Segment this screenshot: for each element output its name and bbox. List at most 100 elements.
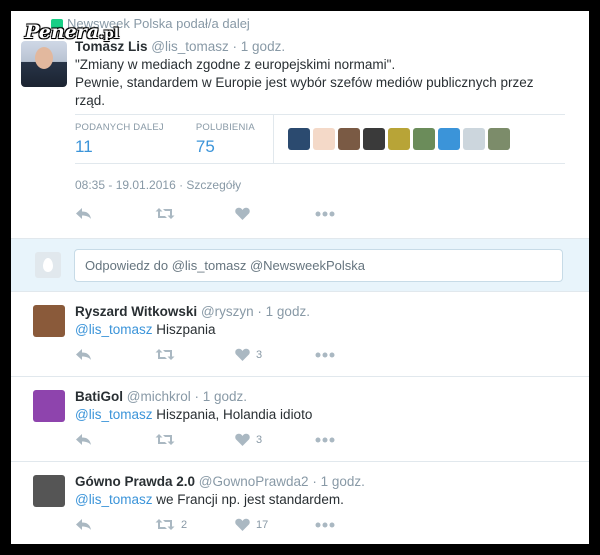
more-button[interactable] <box>315 437 395 443</box>
reply-icon <box>76 349 91 360</box>
reply-avatar[interactable] <box>33 390 65 422</box>
reply-header: Ryszard Witkowski @ryszyn · 1 godz. <box>75 304 310 319</box>
reply-author-handle[interactable]: @GownoPrawda2 <box>199 474 309 489</box>
liker-avatar[interactable] <box>437 128 460 150</box>
main-tweet: Newsweek Polska podał/a dalej Tomasz Lis… <box>11 11 589 238</box>
liker-avatar[interactable] <box>462 128 485 150</box>
likes-value: 75 <box>195 136 215 156</box>
reply-button[interactable] <box>75 433 155 446</box>
heart-icon <box>235 433 250 446</box>
reply-author-name[interactable]: Ryszard Witkowski <box>75 304 197 319</box>
stats-divider <box>272 114 274 164</box>
retweet-icon <box>155 519 175 530</box>
like-button[interactable] <box>235 207 315 220</box>
like-count: 3 <box>256 348 263 361</box>
avatar-face <box>35 47 53 69</box>
watermark-suffix: .pl <box>99 26 120 42</box>
more-button[interactable] <box>315 522 395 528</box>
tweet-frame: Penera.pl Newsweek Polska podał/a dalej … <box>11 11 589 544</box>
reply-author-name[interactable]: BatiGol <box>75 389 123 404</box>
egg-avatar-icon <box>43 258 53 272</box>
more-icon <box>315 352 335 357</box>
retweet-button[interactable] <box>155 207 235 220</box>
like-button[interactable]: 17 <box>235 518 315 531</box>
reply-text: @lis_tomasz Hiszpania <box>75 322 216 337</box>
heart-icon <box>235 518 250 531</box>
reply-tweet[interactable]: Gówno Prawda 2.0 @GownoPrawda2 · 1 godz.… <box>11 463 589 544</box>
reply-mention[interactable]: @lis_tomasz <box>75 407 152 422</box>
watermark: Penera.pl <box>25 21 119 43</box>
retweet-button[interactable]: 2 <box>155 518 235 531</box>
tweet-stats: PODANYCH DALEJ 11 POLUBIENIA 75 <box>75 114 565 164</box>
reply-button[interactable] <box>75 207 155 220</box>
tweet-text-line-2: Pewnie, standardem w Europie jest wybór … <box>75 75 534 108</box>
more-icon <box>315 522 335 527</box>
retweet-icon <box>155 208 175 219</box>
reply-author-name[interactable]: Gówno Prawda 2.0 <box>75 474 195 489</box>
retweet-icon <box>155 349 175 360</box>
reply-time[interactable]: · 1 godz. <box>195 389 248 404</box>
liker-avatar[interactable] <box>487 128 510 150</box>
author-handle[interactable]: @lis_tomasz <box>151 39 228 54</box>
reply-text: @lis_tomasz Hiszpania, Holandia idioto <box>75 407 312 422</box>
reply-icon <box>76 434 91 445</box>
reply-button[interactable] <box>75 348 155 361</box>
likes-stat[interactable]: POLUBIENIA 75 <box>196 122 265 157</box>
my-avatar <box>35 252 61 278</box>
reply-avatar[interactable] <box>33 305 65 337</box>
more-button[interactable] <box>315 211 395 217</box>
liker-avatar[interactable] <box>312 128 335 150</box>
main-tweet-actions <box>75 207 395 220</box>
like-count: 3 <box>256 433 263 446</box>
reply-author-handle[interactable]: @michkrol <box>127 389 191 404</box>
reply-header: Gówno Prawda 2.0 @GownoPrawda2 · 1 godz. <box>75 474 365 489</box>
reply-input[interactable]: Odpowiedz do @lis_tomasz @NewsweekPolska <box>74 249 563 282</box>
retweets-stat[interactable]: PODANYCH DALEJ 11 <box>75 122 174 157</box>
tweet-text-line-1: "Zmiany w mediach zgodne z europejskimi … <box>75 57 396 72</box>
like-count: 17 <box>256 518 269 531</box>
reply-tweet[interactable]: BatiGol @michkrol · 1 godz. @lis_tomasz H… <box>11 378 589 462</box>
reply-avatar[interactable] <box>33 475 65 507</box>
likers-list <box>287 128 510 150</box>
like-button[interactable]: 3 <box>235 348 315 361</box>
reply-actions: 2 17 <box>75 518 395 531</box>
retweets-label: PODANYCH DALEJ <box>75 121 164 133</box>
liker-avatar[interactable] <box>387 128 410 150</box>
like-button[interactable]: 3 <box>235 433 315 446</box>
retweet-button[interactable] <box>155 348 235 361</box>
tweet-timestamp[interactable]: 08:35 - 19.01.2016 · Szczegóły <box>75 178 241 192</box>
liker-avatar[interactable] <box>337 128 360 150</box>
reply-header: BatiGol @michkrol · 1 godz. <box>75 389 247 404</box>
reply-time[interactable]: · 1 godz. <box>257 304 310 319</box>
reply-text-content: Hiszpania <box>152 322 216 337</box>
avatar[interactable] <box>21 41 67 87</box>
reply-text: @lis_tomasz we Francji np. jest standard… <box>75 492 344 507</box>
reply-icon <box>76 208 91 219</box>
liker-avatar[interactable] <box>362 128 385 150</box>
more-icon <box>315 211 335 216</box>
reply-actions: 3 <box>75 433 395 446</box>
reply-text-content: Hiszpania, Holandia idioto <box>152 407 313 422</box>
more-button[interactable] <box>315 352 395 358</box>
reply-button[interactable] <box>75 518 155 531</box>
tweet-time[interactable]: · 1 godz. <box>233 39 286 54</box>
likes-label: POLUBIENIA <box>195 121 255 133</box>
retweets-value: 11 <box>75 136 93 156</box>
reply-time[interactable]: · 1 godz. <box>312 474 365 489</box>
reply-author-handle[interactable]: @ryszyn <box>201 304 254 319</box>
tweet-text: "Zmiany w mediach zgodne z europejskimi … <box>75 56 555 110</box>
heart-icon <box>235 348 250 361</box>
reply-icon <box>76 519 91 530</box>
reply-mention[interactable]: @lis_tomasz <box>75 492 152 507</box>
more-icon <box>315 437 335 442</box>
heart-icon <box>235 207 250 220</box>
reply-text-content: we Francji np. jest standardem. <box>152 492 344 507</box>
liker-avatar[interactable] <box>412 128 435 150</box>
retweet-count: 2 <box>181 518 188 531</box>
reply-mention[interactable]: @lis_tomasz <box>75 322 152 337</box>
reply-tweet[interactable]: Ryszard Witkowski @ryszyn · 1 godz. @lis_… <box>11 293 589 377</box>
watermark-text: Penera <box>25 21 100 43</box>
retweet-button[interactable] <box>155 433 235 446</box>
reply-actions: 3 <box>75 348 395 361</box>
liker-avatar[interactable] <box>287 128 310 150</box>
